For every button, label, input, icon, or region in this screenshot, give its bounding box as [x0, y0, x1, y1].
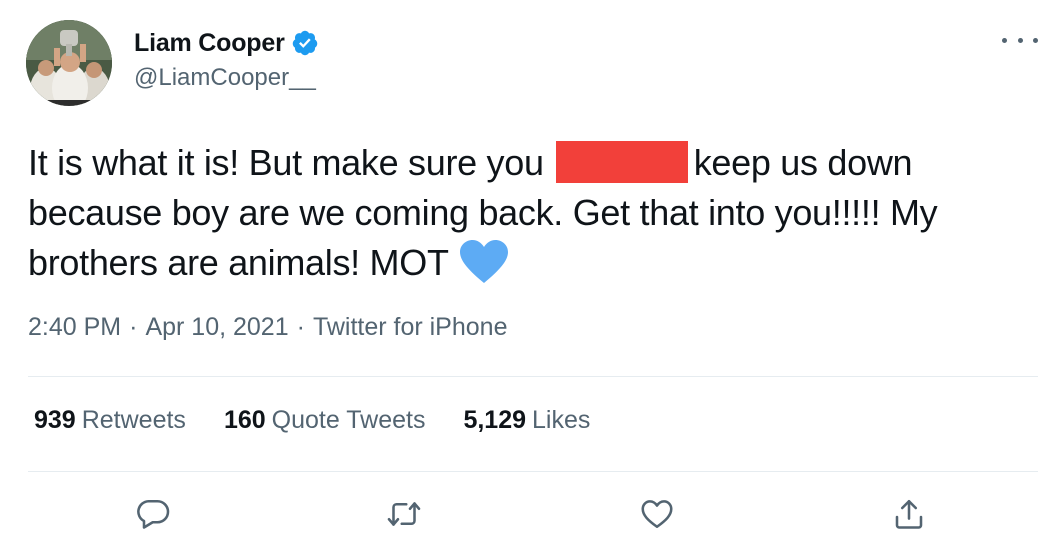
- tweet-stats: 939 Retweets 160 Quote Tweets 5,129 Likes: [34, 406, 628, 435]
- quote-tweets-label: Quote Tweets: [271, 406, 426, 434]
- divider: [28, 376, 1038, 377]
- share-icon[interactable]: [889, 494, 929, 534]
- retweets-label: Retweets: [81, 406, 186, 434]
- avatar[interactable]: [26, 20, 112, 106]
- retweet-icon[interactable]: [384, 494, 424, 534]
- author-display-name[interactable]: Liam Cooper: [134, 29, 285, 58]
- author-handle[interactable]: @LiamCooper__: [134, 64, 316, 92]
- meta-separator: ·: [296, 313, 305, 341]
- like-icon[interactable]: [637, 494, 677, 534]
- blue-heart-emoji-icon: [459, 239, 509, 285]
- tweet-text: It is what it is! But make sure you keep …: [28, 138, 1038, 288]
- retweets-stat[interactable]: 939 Retweets: [34, 406, 186, 435]
- tweet-card: Liam Cooper @LiamCooper__ It is what it …: [0, 0, 1060, 549]
- tweet-date[interactable]: Apr 10, 2021: [145, 313, 288, 342]
- reply-icon[interactable]: [133, 494, 173, 534]
- tweet-metadata: 2:40 PM · Apr 10, 2021 · Twitter for iPh…: [28, 313, 507, 342]
- author-name-row[interactable]: Liam Cooper: [134, 26, 319, 60]
- quote-tweets-stat[interactable]: 160 Quote Tweets: [224, 406, 426, 435]
- retweets-count: 939: [34, 406, 76, 434]
- meta-separator: ·: [129, 313, 138, 341]
- tweet-source[interactable]: Twitter for iPhone: [313, 313, 508, 342]
- redaction-block: [555, 141, 688, 183]
- quote-tweets-count: 160: [223, 406, 266, 434]
- verified-badge-icon: [291, 29, 319, 57]
- tweet-time[interactable]: 2:40 PM: [28, 313, 121, 342]
- likes-count: 5,129: [463, 406, 527, 434]
- more-options-icon[interactable]: [1002, 30, 1038, 50]
- tweet-text-part1: It is what it is! But make sure you: [28, 142, 544, 183]
- divider: [28, 471, 1038, 472]
- likes-stat[interactable]: 5,129 Likes: [463, 406, 590, 435]
- likes-label: Likes: [532, 406, 591, 434]
